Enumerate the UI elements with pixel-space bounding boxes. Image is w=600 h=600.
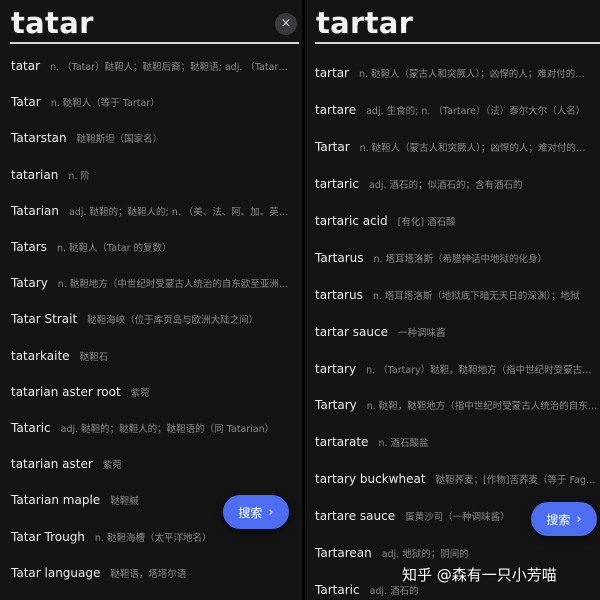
result-row[interactable]: tatarian n. 阶 [11, 157, 302, 193]
result-word: Tartarus [315, 250, 364, 265]
result-word: tatar [11, 59, 41, 74]
right-panel: tartar tartar n. 鞑靼人（蒙古人和突厥人）；凶悍的人；难对付的… t… [305, 0, 600, 600]
result-row[interactable]: Tartarus n. 塔耳塔洛斯（希腊神话中地狱的化身） [315, 239, 600, 276]
result-definition: n. （Tatar）鞑靼人；鞑靼后裔；鞑靼语; adj. （Tatar… [50, 62, 288, 74]
result-word: Tatary [11, 276, 48, 291]
result-definition: 紫菀 [130, 387, 150, 399]
result-word: Tartary [315, 398, 357, 413]
result-word: tartare sauce [315, 509, 396, 524]
result-definition: 鞑靼荞麦；[作物]苦荞麦（等于 Fagop… [435, 475, 600, 487]
result-definition: n. 鞑靼人（蒙古人和突厥人）；凶悍的人；难对付的… [358, 69, 585, 81]
result-word: Tartarean [315, 546, 372, 561]
result-word: tartar [315, 66, 349, 81]
result-word: tartary buckwheat [315, 472, 426, 487]
result-word: Tatar language [11, 565, 101, 580]
search-bar[interactable]: tartar [315, 4, 600, 44]
search-query[interactable]: tartar [316, 4, 413, 42]
result-word: Tatarstan [11, 131, 67, 146]
result-row[interactable]: tatarkaite 鞑靼石 [11, 338, 302, 374]
result-word: tartare [315, 103, 357, 118]
result-definition: 鞑靼海峡（位于库页岛与欧洲大陆之间） [87, 315, 259, 327]
result-word: Tatarian maple [11, 493, 101, 508]
result-definition: n. （Tartary）鞑靼，鞑靼地方（指中世纪时受蒙古… [366, 364, 592, 376]
result-row[interactable]: Tatar Strait 鞑靼海峡（位于库页岛与欧洲大陆之间） [11, 301, 302, 337]
result-definition: adj. 酒石的 [369, 585, 419, 597]
result-row[interactable]: tartar sauce 一种调味酱 [315, 313, 600, 350]
result-word: Tatar Trough [11, 529, 85, 544]
search-bar[interactable]: tatar × [10, 4, 299, 44]
result-definition: adj. 鞑靼的；鞑靼人的；鞑靼语的（同 Tatarian） [60, 423, 275, 435]
chevron-right-icon: › [576, 511, 582, 527]
result-definition: n. 塔耳塔洛斯（地狱底下暗无天日的深渊）；地狱 [372, 290, 580, 302]
result-definition: n. 酒石酸盐 [378, 438, 429, 450]
result-definition: adj. 鞑靼的；鞑靼人的; n. （美、法、阿、加、英… [68, 206, 289, 218]
result-word: tartaric acid [315, 214, 388, 228]
result-definition: n. 鞑靼海槽（太平洋地名） [94, 532, 212, 544]
result-definition: n. 鞑靼地方（中世纪时受蒙古人统治的自东欧至亚洲… [57, 279, 289, 291]
result-row[interactable]: Tatary n. 鞑靼地方（中世纪时受蒙古人统治的自东欧至亚洲… [11, 265, 302, 301]
result-word: tatarkaite [11, 348, 70, 363]
result-word: tartar sauce [315, 324, 388, 339]
watermark: 知乎 @森有一只小芳喵 [402, 566, 557, 584]
search-button-label: 搜索 [238, 505, 263, 520]
result-word: tatarian [11, 167, 59, 182]
result-row[interactable]: tartary n. （Tartary）鞑靼，鞑靼地方（指中世纪时受蒙古… [315, 350, 600, 387]
result-row[interactable]: tartar n. 鞑靼人（蒙古人和突厥人）；凶悍的人；难对付的… [315, 55, 600, 92]
result-word: tatarian aster [11, 457, 93, 472]
result-definition: 紫菀 [102, 460, 122, 472]
search-button-label: 搜索 [546, 512, 571, 527]
result-definition: adj. 酒石的；似酒石的；含有酒石的 [368, 180, 523, 192]
search-button[interactable]: 搜索 › [223, 495, 289, 529]
result-row[interactable]: Tatars n. 鞑靼人（Tatar 的复数） [11, 229, 302, 265]
result-definition: [有化] 酒石酸 [397, 217, 456, 228]
left-panel: tatar × tatar n. （Tatar）鞑靼人；鞑靼后裔；鞑靼语; adj… [0, 0, 302, 600]
result-definition: 鞑靼语，塔塔尔语 [110, 568, 187, 580]
result-word: Tatarian [11, 203, 59, 218]
result-row[interactable]: Tatarstan 鞑靼斯坦（国家名） [11, 120, 302, 156]
result-row[interactable]: tatarian aster 紫菀 [11, 446, 302, 482]
result-word: Tatars [11, 240, 47, 255]
search-query[interactable]: tatar [11, 4, 94, 42]
result-definition: adj. 生食的; n. （Tartare）（法）泰尔大尔（人名） [366, 106, 586, 118]
result-row[interactable]: tatar n. （Tatar）鞑靼人；鞑靼后裔；鞑靼语; adj. （Tatar… [11, 48, 302, 84]
result-definition: n. 鞑靼人（Tatar 的复数） [56, 243, 172, 255]
result-row[interactable]: Tartary n. 鞑靼，鞑靼地方（指中世纪时受蒙古人统治的自东… [315, 387, 600, 424]
result-word: tatarian aster root [11, 384, 121, 399]
result-row[interactable]: Tataric adj. 鞑靼的；鞑靼人的；鞑靼语的（同 Tatarian） [11, 410, 302, 446]
result-definition: n. 鞑靼，鞑靼地方（指中世纪时受蒙古人统治的自东… [366, 401, 598, 413]
result-definition: n. 阶 [68, 170, 90, 182]
chevron-right-icon: › [268, 504, 274, 520]
result-definition: adj. 地狱的；阴间的 [381, 549, 469, 561]
result-definition: 一种调味酱 [398, 327, 446, 339]
result-row[interactable]: Tatar language 鞑靼语，塔塔尔语 [11, 555, 302, 591]
close-icon[interactable]: × [275, 13, 297, 35]
result-word: tartaric [315, 177, 359, 192]
result-row[interactable]: tartaric adj. 酒石的；似酒石的；含有酒石的 [315, 166, 600, 203]
result-row[interactable]: tartarate n. 酒石酸盐 [315, 424, 600, 461]
result-row[interactable]: tartarus n. 塔耳塔洛斯（地狱底下暗无天日的深渊）；地狱 [315, 276, 600, 313]
result-definition: n. 鞑靼人（等于 Tartar） [50, 98, 160, 110]
result-word: tartarus [315, 287, 363, 302]
result-definition: 鞑靼槭 [110, 496, 139, 508]
result-definition: 鞑靼石 [79, 351, 109, 363]
result-row[interactable]: tartary buckwheat 鞑靼荞麦；[作物]苦荞麦（等于 Fagop… [315, 461, 600, 498]
result-row[interactable]: tartaric acid [有化] 酒石酸 [315, 203, 600, 240]
result-word: tartary [315, 361, 357, 376]
result-row[interactable]: tartare adj. 生食的; n. （Tartare）（法）泰尔大尔（人名） [315, 92, 600, 129]
result-word: Tatar [11, 95, 41, 110]
result-definition: 蛋黄沙司（一种调味酱） [405, 512, 510, 524]
result-word: tartarate [315, 435, 369, 450]
result-row[interactable]: Tatar n. 鞑靼人（等于 Tartar） [11, 84, 302, 120]
result-definition: n. 鞑靼人（蒙古人和突厥人）；凶悍的人；难对付的… [359, 143, 586, 155]
result-word: Tataric [11, 420, 51, 435]
result-word: Tartaric [315, 582, 360, 597]
result-row[interactable]: Tartar n. 鞑靼人（蒙古人和突厥人）；凶悍的人；难对付的… [315, 129, 600, 166]
result-definition: n. 塔耳塔洛斯（希腊神话中地狱的化身） [373, 253, 548, 265]
result-row[interactable]: Tatarian adj. 鞑靼的；鞑靼人的; n. （美、法、阿、加、英… [11, 193, 302, 229]
result-row[interactable]: tatarian aster root 紫菀 [11, 374, 302, 410]
search-button[interactable]: 搜索 › [531, 502, 597, 536]
result-word: Tatar Strait [11, 312, 78, 327]
result-definition: 鞑靼斯坦（国家名） [76, 134, 163, 146]
result-word: Tartar [315, 140, 350, 155]
